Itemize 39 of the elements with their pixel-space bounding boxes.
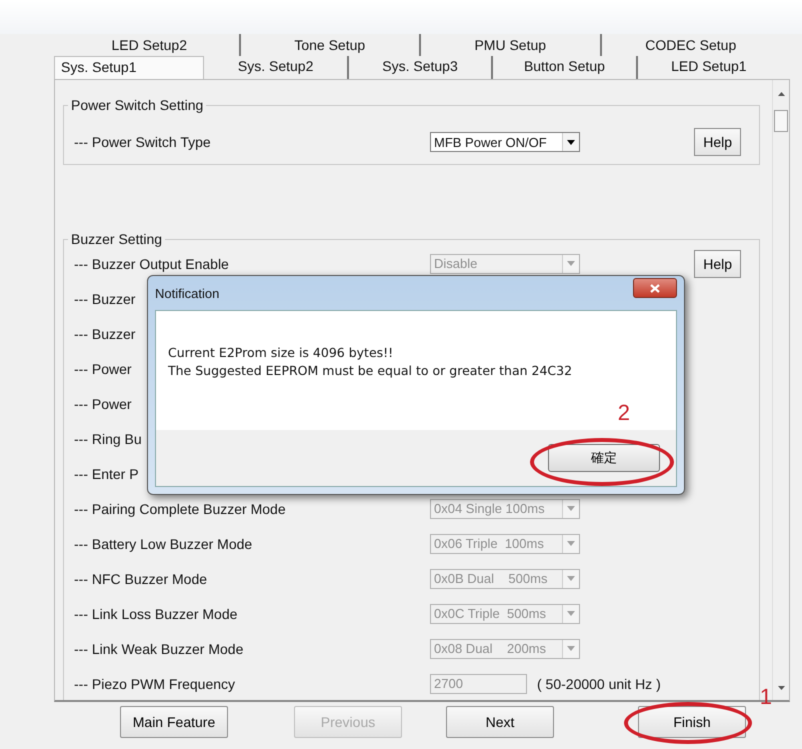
- tab[interactable]: CODEC Setup: [602, 34, 780, 56]
- setting-label: --- Link Loss Buzzer Mode: [74, 606, 238, 622]
- close-button[interactable]: [633, 278, 677, 298]
- wizard-button[interactable]: Finish: [638, 706, 746, 738]
- tab[interactable]: LED Setup1: [638, 56, 780, 79]
- tab[interactable]: PMU Setup: [421, 34, 602, 56]
- close-icon: [650, 284, 660, 292]
- setting-label: --- Power: [74, 360, 132, 376]
- tab[interactable]: Tone Setup: [240, 34, 421, 56]
- setting-label: --- Battery Low Buzzer Mode: [74, 536, 254, 552]
- dialog-message: The Suggested EEPROM must be equal to or greater than 24C32: [168, 363, 574, 378]
- tab[interactable]: Sys. Setup1: [54, 56, 204, 79]
- unit-label: ( 50-20000 unit Hz ): [537, 676, 661, 692]
- setting-label: --- Power: [74, 396, 132, 412]
- scroll-down-icon[interactable]: [778, 686, 784, 690]
- scrollbar[interactable]: [772, 80, 789, 700]
- annotation-number: 1: [760, 684, 772, 710]
- dialog-title: Notification: [155, 286, 220, 300]
- dropdown[interactable]: MFB Power ON/OF: [430, 132, 580, 152]
- dialog-message: Current E2Prom size is 4096 bytes!!: [168, 345, 394, 360]
- setting-label: --- NFC Buzzer Mode: [74, 570, 208, 586]
- wizard-button[interactable]: Main Feature: [120, 706, 228, 738]
- setting-label: --- Enter P: [74, 466, 139, 482]
- setting-label: --- Buzzer Output Enable: [74, 256, 230, 272]
- setting-label: --- Buzzer: [74, 326, 136, 342]
- ok-button[interactable]: 確定: [548, 444, 660, 472]
- scroll-up-icon[interactable]: [778, 92, 784, 96]
- annotation-number: 2: [618, 400, 630, 426]
- setting-label: --- Pairing Complete Buzzer Mode: [74, 500, 287, 516]
- setting-label: --- Piezo PWM Frequency: [74, 676, 236, 692]
- setting-label: --- Buzzer: [74, 290, 136, 306]
- group-title: Power Switch Setting: [68, 97, 206, 113]
- setting-label: --- Link Weak Buzzer Mode: [74, 640, 244, 656]
- setting-label: --- Power Switch Type: [74, 134, 212, 150]
- wizard-button[interactable]: Next: [446, 706, 554, 738]
- setting-label: --- Ring Bu: [74, 430, 142, 446]
- group-title: Buzzer Setting: [68, 231, 166, 247]
- scrollbar-thumb[interactable]: [774, 110, 788, 132]
- help-button[interactable]: Help: [694, 128, 741, 156]
